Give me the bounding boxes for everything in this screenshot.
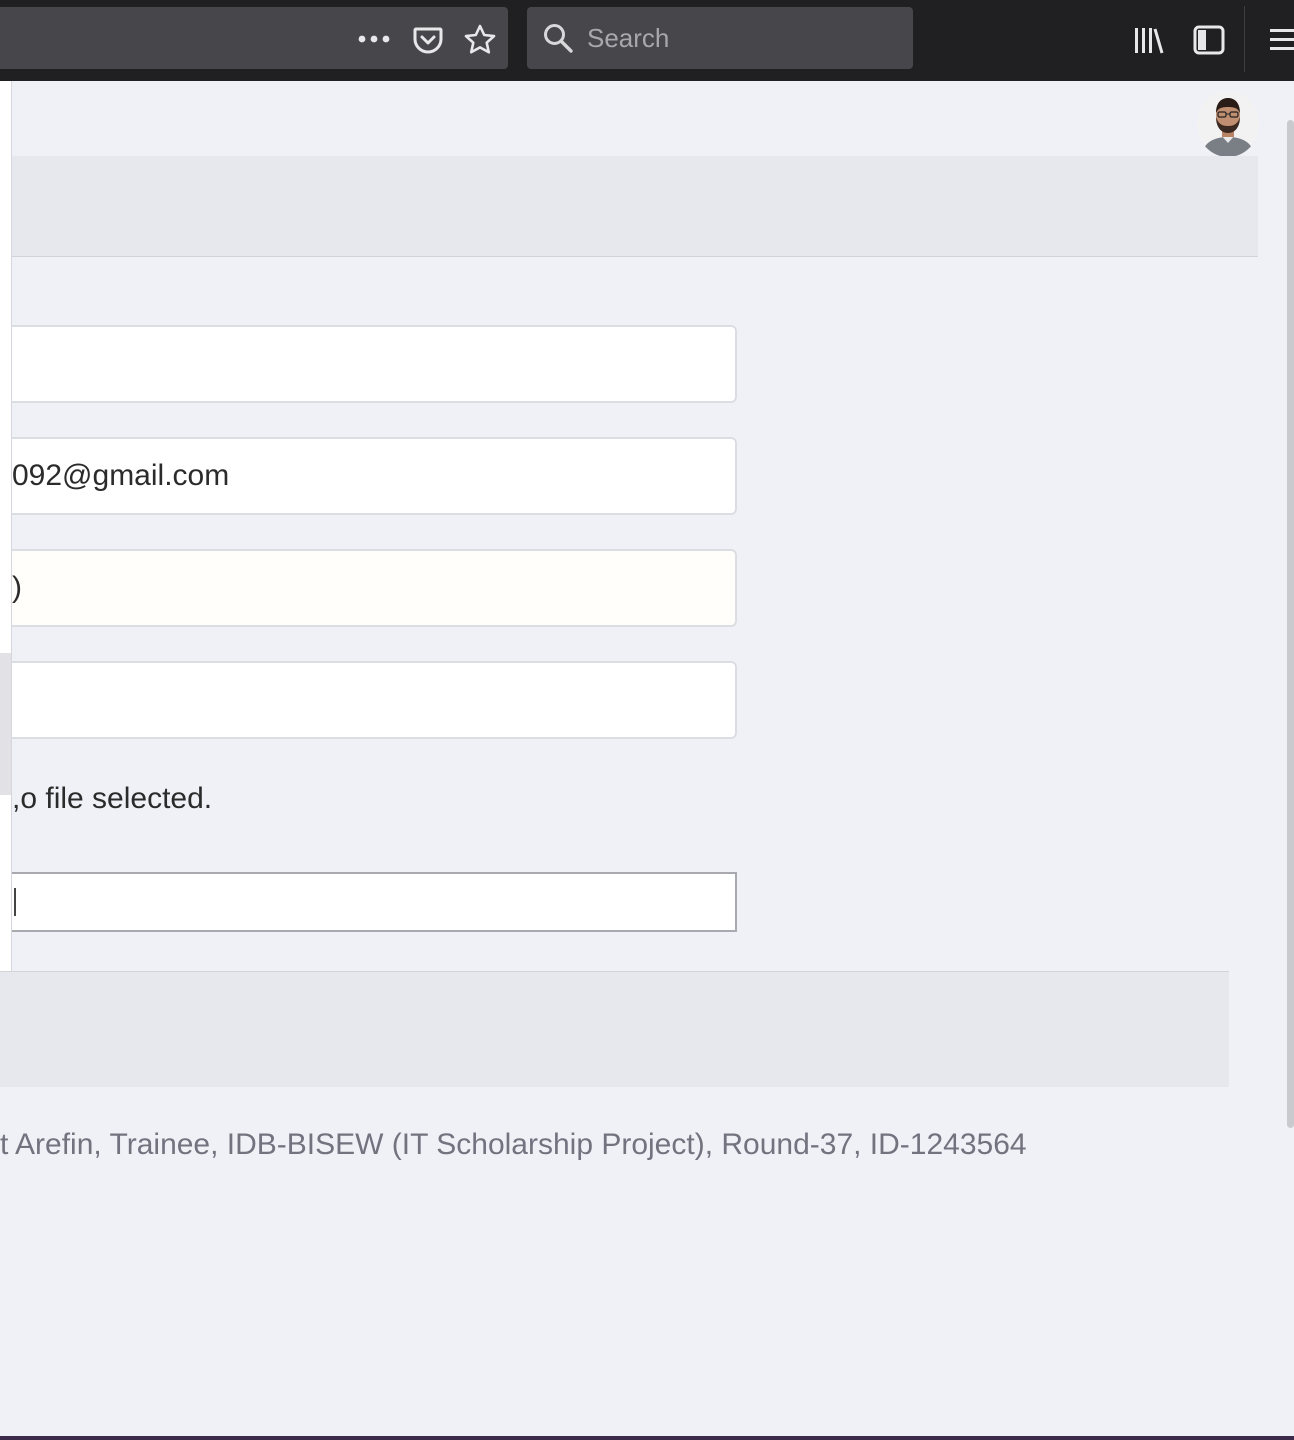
hamburger-menu-icon[interactable] — [1264, 20, 1294, 60]
browser-toolbar — [0, 0, 1294, 81]
text-field-4[interactable] — [12, 663, 735, 737]
page-header-band — [12, 156, 1258, 257]
focused-input[interactable] — [12, 872, 737, 932]
email-field[interactable] — [12, 439, 735, 513]
footer-credits: t Arefin, Trainee, IDB-BISEW (IT Scholar… — [0, 1128, 1027, 1161]
pocket-icon[interactable] — [408, 20, 448, 60]
text-input-1[interactable] — [12, 325, 737, 403]
search-icon — [541, 21, 575, 55]
page-scrollbar-thumb[interactable] — [1287, 120, 1294, 1128]
avatar[interactable] — [1197, 91, 1259, 157]
name-field[interactable] — [12, 327, 735, 401]
side-panel-edge — [0, 81, 12, 988]
more-horizontal-icon[interactable] — [354, 22, 394, 56]
text-input-4[interactable] — [12, 661, 737, 739]
text-field-3[interactable] — [12, 551, 735, 625]
file-status-text: o file selected. — [20, 782, 213, 815]
search-bar[interactable] — [527, 7, 913, 69]
form-footer-band — [0, 971, 1229, 1087]
toolbar-separator — [1244, 6, 1245, 72]
window-bottom-border — [0, 1436, 1294, 1440]
text-input-2[interactable] — [12, 437, 737, 515]
library-icon[interactable] — [1130, 20, 1168, 60]
text-input-3[interactable] — [12, 549, 737, 627]
side-panel-scroll-thumb[interactable] — [0, 653, 11, 795]
search-input[interactable] — [587, 23, 887, 54]
sidebar-icon[interactable] — [1190, 20, 1228, 60]
file-input-status[interactable]: ,o file selected. — [12, 782, 212, 816]
star-icon[interactable] — [460, 20, 500, 60]
text-caret — [14, 888, 16, 916]
